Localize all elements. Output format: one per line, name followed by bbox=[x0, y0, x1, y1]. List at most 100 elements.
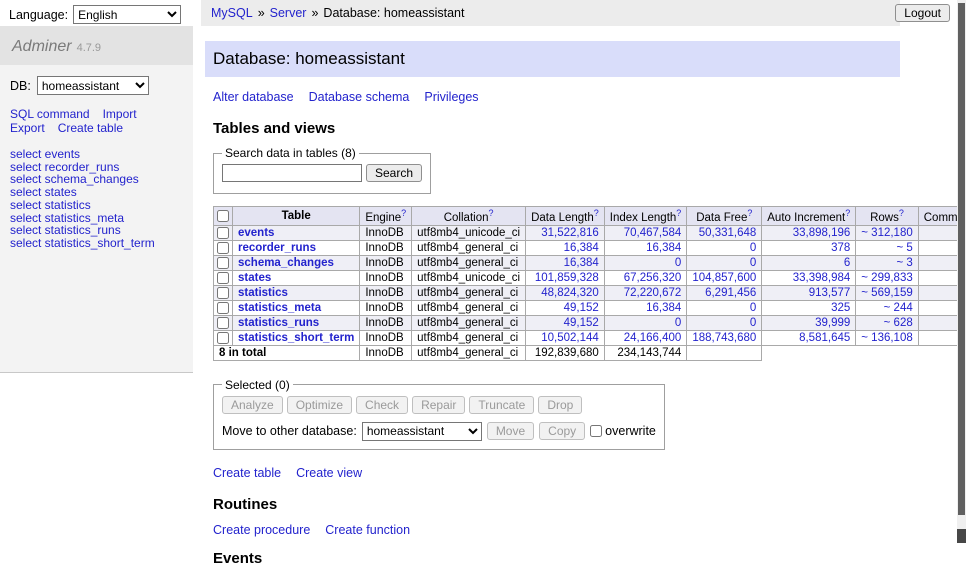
cell-auto-increment-link[interactable]: 39,999 bbox=[815, 317, 850, 329]
row-checkbox-statistics-meta[interactable] bbox=[217, 302, 229, 314]
optimize-button[interactable]: Optimize bbox=[287, 396, 352, 414]
row-checkbox-statistics-runs[interactable] bbox=[217, 317, 229, 329]
move-db-select[interactable]: homeassistant bbox=[362, 422, 482, 441]
cell-auto-increment-link[interactable]: 8,581,645 bbox=[799, 332, 850, 344]
db-link-alter-database[interactable]: Alter database bbox=[213, 90, 294, 104]
db-link-database-schema[interactable]: Database schema bbox=[309, 90, 410, 104]
table-row-statistics-short-term: statistics_short_termInnoDButf8mb4_gener… bbox=[214, 330, 966, 345]
column-help-link[interactable]: ? bbox=[676, 208, 681, 218]
cell-index-length-link[interactable]: 67,256,320 bbox=[624, 272, 682, 284]
breadcrumb-mysql-link[interactable]: MySQL bbox=[211, 6, 253, 20]
logout-button[interactable]: Logout bbox=[895, 4, 950, 22]
overwrite-option[interactable]: overwrite bbox=[590, 424, 656, 438]
column-help-link[interactable]: ? bbox=[845, 208, 850, 218]
cell-data-free-link[interactable]: 188,743,680 bbox=[692, 332, 756, 344]
cell-data-length-link[interactable]: 16,384 bbox=[564, 242, 599, 254]
cell-rows-link[interactable]: ~ 569,159 bbox=[861, 287, 912, 299]
column-help-link[interactable]: ? bbox=[594, 208, 599, 218]
scrollbar-thumb[interactable] bbox=[958, 3, 965, 515]
cell-data-free-link[interactable]: 6,291,456 bbox=[705, 287, 756, 299]
link-create-procedure[interactable]: Create procedure bbox=[213, 523, 310, 537]
cell-auto-increment-link[interactable]: 325 bbox=[831, 302, 850, 314]
table-link-statistics-runs[interactable]: statistics_runs bbox=[238, 317, 319, 329]
link-create-table[interactable]: Create table bbox=[213, 466, 281, 480]
repair-button[interactable]: Repair bbox=[412, 396, 465, 414]
row-checkbox-schema-changes[interactable] bbox=[217, 257, 229, 269]
cell-data-free-link[interactable]: 104,857,600 bbox=[692, 272, 756, 284]
cell-rows-link[interactable]: ~ 244 bbox=[884, 302, 913, 314]
copy-button[interactable]: Copy bbox=[539, 422, 585, 440]
table-link-events[interactable]: events bbox=[238, 227, 274, 239]
table-link-recorder-runs[interactable]: recorder_runs bbox=[238, 242, 316, 254]
cell-data-length-link[interactable]: 101,859,328 bbox=[535, 272, 599, 284]
cell-auto-increment-link[interactable]: 913,577 bbox=[809, 287, 851, 299]
cell-index-length-link[interactable]: 70,467,584 bbox=[624, 227, 682, 239]
drop-button[interactable]: Drop bbox=[538, 396, 582, 414]
cell-data-free-link[interactable]: 0 bbox=[750, 242, 756, 254]
table-link-statistics-meta[interactable]: statistics_meta bbox=[238, 302, 321, 314]
cell-auto-increment-cell: 913,577 bbox=[762, 285, 856, 300]
cell-rows-link[interactable]: ~ 136,108 bbox=[861, 332, 912, 344]
row-checkbox-recorder-runs[interactable] bbox=[217, 242, 229, 254]
vertical-scrollbar[interactable] bbox=[957, 0, 966, 543]
cell-index-length-link[interactable]: 24,166,400 bbox=[624, 332, 682, 344]
cell-data-free-link[interactable]: 0 bbox=[750, 317, 756, 329]
row-checkbox-statistics[interactable] bbox=[217, 287, 229, 299]
cell-auto-increment-link[interactable]: 6 bbox=[844, 257, 850, 269]
breadcrumb-server-link[interactable]: Server bbox=[270, 6, 307, 20]
db-select[interactable]: homeassistant bbox=[37, 76, 149, 95]
analyze-button[interactable]: Analyze bbox=[222, 396, 283, 414]
check-button[interactable]: Check bbox=[356, 396, 408, 414]
cell-index-length-link[interactable]: 72,220,672 bbox=[624, 287, 682, 299]
cell-auto-increment-link[interactable]: 378 bbox=[831, 242, 850, 254]
row-checkbox-statistics-short-term[interactable] bbox=[217, 332, 229, 344]
cell-data-length-link[interactable]: 49,152 bbox=[564, 302, 599, 314]
link-create-function[interactable]: Create function bbox=[325, 523, 410, 537]
select-all-checkbox[interactable] bbox=[217, 210, 229, 222]
truncate-button[interactable]: Truncate bbox=[469, 396, 534, 414]
cell-data-length-link[interactable]: 10,502,144 bbox=[541, 332, 599, 344]
cell-index-length-link[interactable]: 0 bbox=[675, 317, 681, 329]
column-help-link[interactable]: ? bbox=[899, 208, 904, 218]
cell-data-free-link[interactable]: 0 bbox=[750, 302, 756, 314]
cell-data-free-link[interactable]: 0 bbox=[750, 257, 756, 269]
cell-data-free-link[interactable]: 50,331,648 bbox=[699, 227, 757, 239]
cell-rows-link[interactable]: ~ 628 bbox=[884, 317, 913, 329]
table-link-statistics-short-term[interactable]: statistics_short_term bbox=[238, 332, 354, 344]
row-checkbox-states[interactable] bbox=[217, 272, 229, 284]
search-button[interactable]: Search bbox=[366, 164, 422, 182]
sidebar-select-statistics-short-term[interactable]: select statistics_short_term bbox=[10, 236, 155, 250]
cell-data-length-link[interactable]: 16,384 bbox=[564, 257, 599, 269]
cell-index-length-link[interactable]: 0 bbox=[675, 257, 681, 269]
sidebar-link-export[interactable]: Export bbox=[10, 122, 45, 135]
overwrite-checkbox[interactable] bbox=[590, 425, 602, 437]
breadcrumb-separator: » bbox=[311, 6, 318, 20]
cell-rows-link[interactable]: ~ 312,180 bbox=[861, 227, 912, 239]
move-button[interactable]: Move bbox=[487, 422, 534, 440]
table-link-states[interactable]: states bbox=[238, 272, 271, 284]
cell-data-length-link[interactable]: 49,152 bbox=[564, 317, 599, 329]
cell-data-length-link[interactable]: 48,824,320 bbox=[541, 287, 599, 299]
column-help-link[interactable]: ? bbox=[401, 208, 406, 218]
cell-index-length-link[interactable]: 16,384 bbox=[646, 302, 681, 314]
table-link-statistics[interactable]: statistics bbox=[238, 287, 288, 299]
sidebar-link-sql-command[interactable]: SQL command bbox=[10, 108, 90, 121]
link-create-view[interactable]: Create view bbox=[296, 466, 362, 480]
search-input[interactable] bbox=[222, 164, 362, 182]
cell-rows-link[interactable]: ~ 3 bbox=[896, 257, 912, 269]
cell-auto-increment-link[interactable]: 33,898,196 bbox=[793, 227, 851, 239]
cell-auto-increment-link[interactable]: 33,398,984 bbox=[793, 272, 851, 284]
table-link-schema-changes[interactable]: schema_changes bbox=[238, 257, 334, 269]
sidebar-link-create-table[interactable]: Create table bbox=[58, 122, 123, 135]
language-select[interactable]: English bbox=[73, 5, 181, 24]
cell-rows-link[interactable]: ~ 299,833 bbox=[861, 272, 912, 284]
db-link-privileges[interactable]: Privileges bbox=[424, 90, 478, 104]
cell-data-length-link[interactable]: 31,522,816 bbox=[541, 227, 599, 239]
cell-rows-link[interactable]: ~ 5 bbox=[896, 242, 912, 254]
sidebar-link-import[interactable]: Import bbox=[103, 108, 137, 121]
scrollbar-down-button[interactable] bbox=[957, 529, 966, 543]
column-help-link[interactable]: ? bbox=[747, 208, 752, 218]
cell-index-length-link[interactable]: 16,384 bbox=[646, 242, 681, 254]
row-checkbox-events[interactable] bbox=[217, 227, 229, 239]
column-help-link[interactable]: ? bbox=[488, 208, 493, 218]
